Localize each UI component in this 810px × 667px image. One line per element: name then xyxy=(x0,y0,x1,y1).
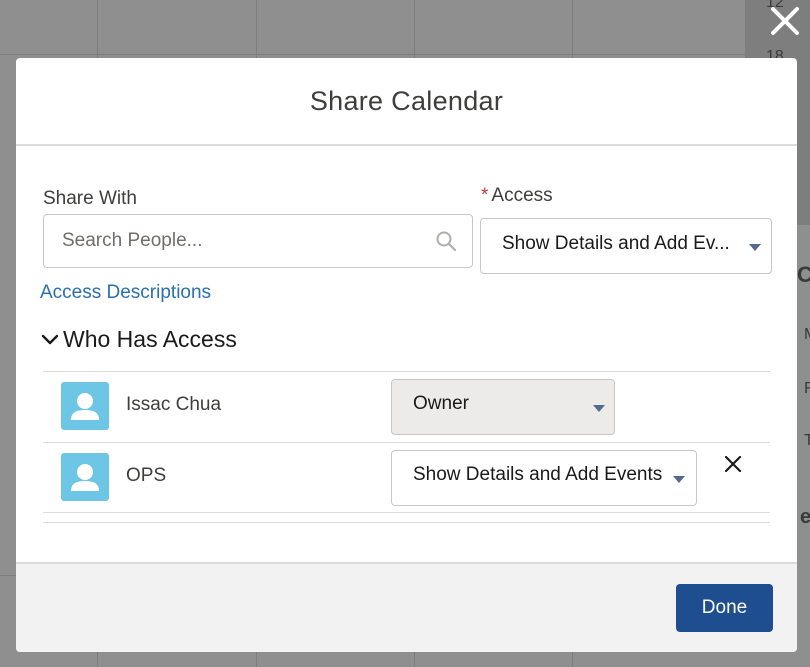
user-avatar-icon xyxy=(71,393,99,420)
close-icon xyxy=(771,7,799,35)
caret-down-icon xyxy=(673,476,685,483)
modal-title: Share Calendar xyxy=(309,85,504,116)
share-with-label: Share With xyxy=(43,188,137,209)
search-people-box xyxy=(43,214,473,268)
access-list-item: Issac Chua Owner xyxy=(43,372,770,442)
access-label: * Access xyxy=(481,185,553,207)
access-level-value: Show Details and Add Ev... xyxy=(502,233,730,254)
person-access-select[interactable]: Show Details and Add Events xyxy=(391,450,697,506)
side-panel-text: F xyxy=(804,380,810,397)
caret-down-icon xyxy=(593,405,605,412)
access-list-item: OPS Show Details and Add Events xyxy=(43,443,770,513)
person-access-select[interactable]: Owner xyxy=(391,379,615,435)
divider xyxy=(43,512,770,513)
search-icon xyxy=(436,231,457,252)
calendar-grid-line xyxy=(0,54,745,55)
remove-person-button[interactable] xyxy=(722,453,744,475)
person-name: OPS xyxy=(126,465,167,486)
side-panel-text: C xyxy=(797,262,810,287)
person-access-value: Show Details and Add Events xyxy=(413,464,663,485)
modal-header: Share Calendar xyxy=(16,58,797,146)
side-panel-text: T xyxy=(804,432,810,449)
divider xyxy=(43,522,770,523)
access-label-text: Access xyxy=(491,185,553,206)
share-calendar-modal: Share Calendar Share With *Access Show D… xyxy=(16,58,797,652)
search-people-input[interactable] xyxy=(44,215,442,267)
who-has-access-toggle[interactable]: Who Has Access xyxy=(40,326,237,353)
avatar xyxy=(61,382,109,430)
modal-body: Share With *Access Show Details and Add … xyxy=(16,146,797,562)
person-name: Issac Chua xyxy=(126,394,222,415)
who-has-access-title: Who Has Access xyxy=(63,326,237,352)
access-descriptions-link[interactable]: Access Descriptions xyxy=(40,282,211,304)
side-panel-text: e xyxy=(800,506,810,528)
required-marker: * xyxy=(481,185,489,206)
close-modal-button[interactable] xyxy=(768,4,802,38)
avatar xyxy=(61,453,109,501)
side-panel-text: M xyxy=(804,326,810,344)
done-button[interactable]: Done xyxy=(676,584,773,632)
access-level-select[interactable]: Show Details and Add Ev... xyxy=(480,218,772,274)
close-icon xyxy=(724,455,742,473)
chevron-down-icon xyxy=(41,334,59,344)
person-access-value: Owner xyxy=(413,393,469,414)
user-avatar-icon xyxy=(71,464,99,491)
caret-down-icon xyxy=(749,244,761,251)
